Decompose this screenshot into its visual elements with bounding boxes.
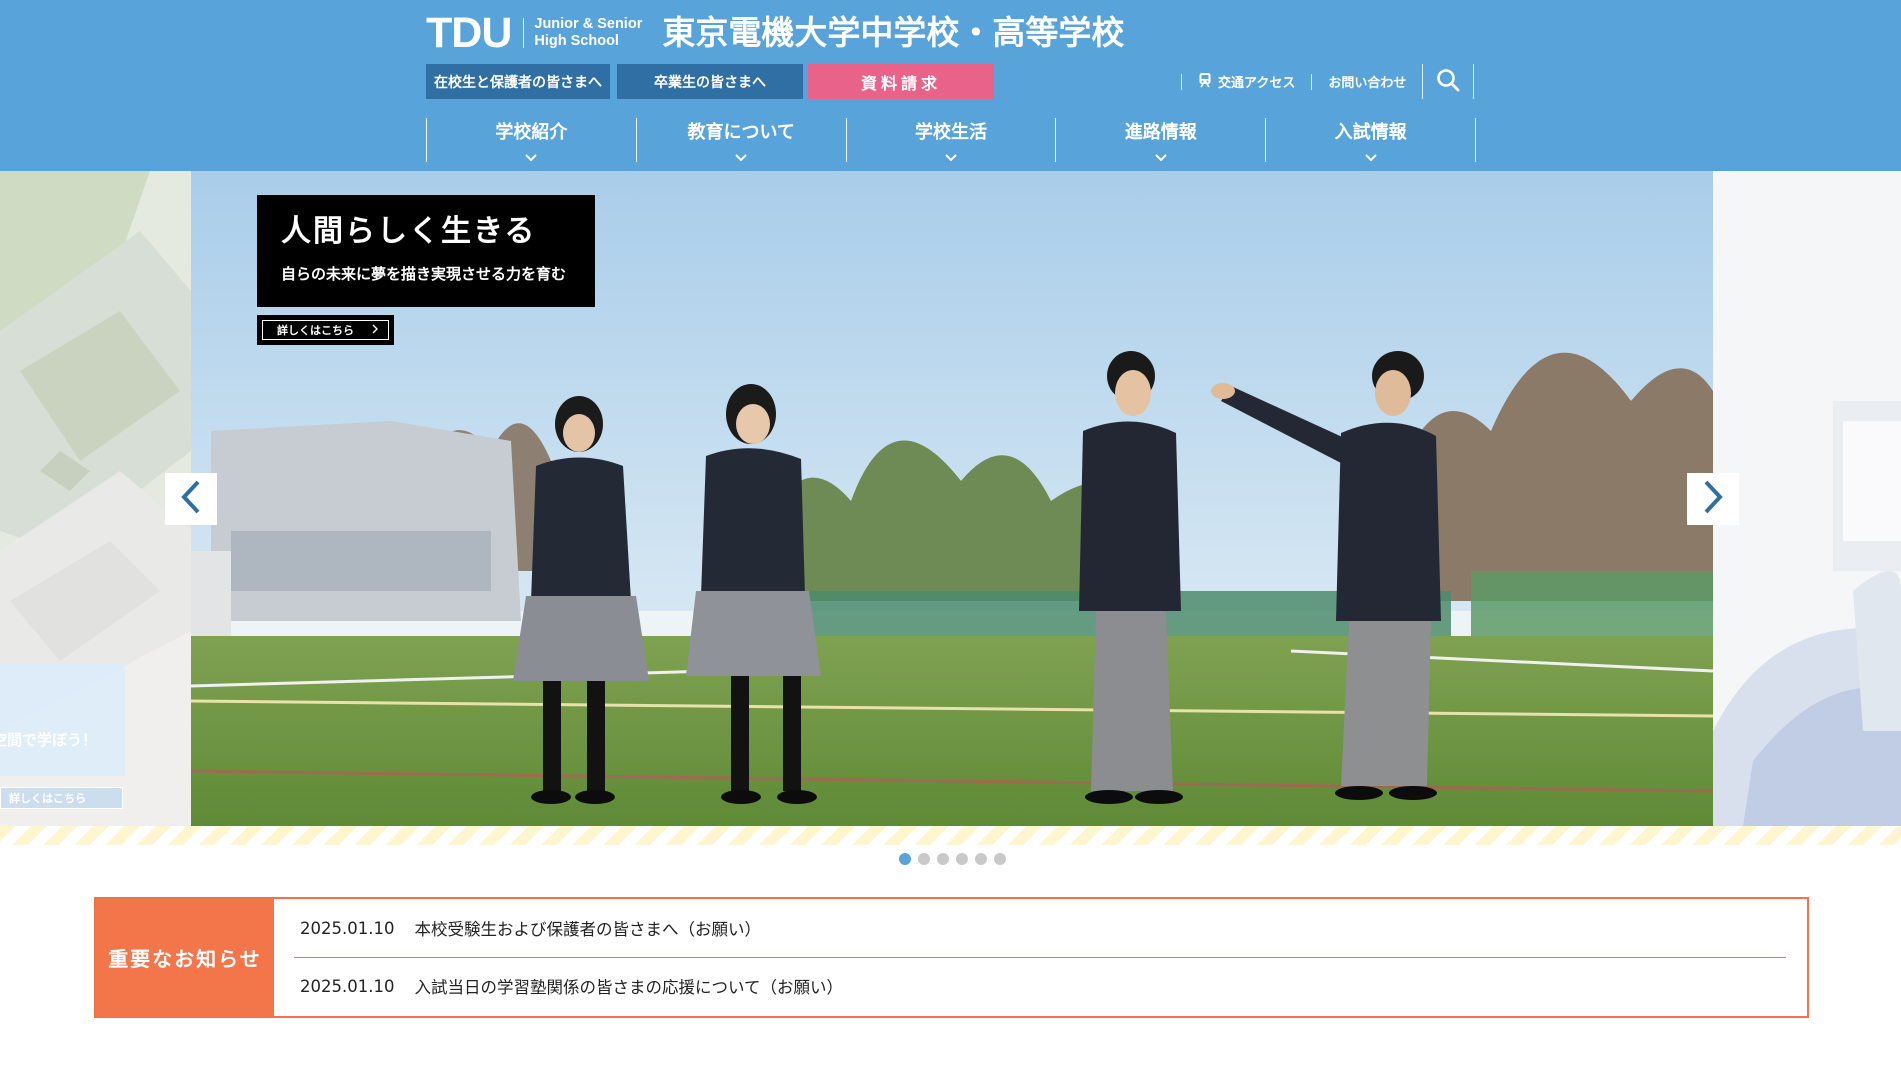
slider-dot[interactable]	[994, 853, 1006, 865]
notice-title: 入試当日の学習塾関係の皆さまの応援について（お願い）	[414, 978, 843, 997]
gnav-item-admissions[interactable]: 入試情報	[1266, 118, 1476, 162]
logo-subtitle: Junior & Senior High School	[534, 16, 642, 50]
gnav-item-about[interactable]: 学校紹介	[427, 118, 637, 162]
gnav-label: 学校紹介	[495, 122, 568, 143]
chevron-left-icon	[181, 480, 201, 518]
slider-dot[interactable]	[937, 853, 949, 865]
notice-title: 本校受験生および保護者の皆さまへ（お願い）	[414, 920, 761, 939]
decorative-stripe	[0, 826, 1901, 845]
notice-list: 2025.01.10 本校受験生および保護者の皆さまへ（お願い） 2025.01…	[294, 899, 1786, 1014]
gnav-label: 入試情報	[1334, 122, 1407, 143]
search-icon	[1436, 68, 1460, 96]
gnav-label: 教育について	[687, 122, 795, 143]
slide-prev-peek[interactable]: 空間で学ぼう！ 詳しくはこちら	[0, 171, 191, 826]
search-button[interactable]	[1422, 64, 1475, 99]
slider-dot[interactable]	[975, 853, 987, 865]
hero-slider: 空間で学ぼう！ 詳しくはこちら 人間らしく生きる 自らの未来に夢を描き実現させる…	[0, 171, 1901, 826]
gnav-label: 進路情報	[1124, 122, 1197, 143]
slide-more-button-frame: 詳しくはこちら	[262, 320, 389, 340]
train-icon	[1198, 72, 1212, 92]
chevron-down-icon	[1364, 147, 1377, 166]
current-students-button[interactable]: 在校生と保護者の皆さまへ	[426, 64, 610, 99]
notice-item[interactable]: 2025.01.10 入試当日の学習塾関係の皆さまの応援について（お願い）	[294, 957, 1786, 1014]
contact-link[interactable]: お問い合わせ	[1312, 72, 1422, 91]
gnav-item-school-life[interactable]: 学校生活	[847, 118, 1057, 162]
utility-nav: 交通アクセス お問い合わせ	[1181, 64, 1475, 99]
notice-item[interactable]: 2025.01.10 本校受験生および保護者の皆さまへ（お願い）	[294, 899, 1786, 957]
slide-prev-more-button[interactable]: 詳しくはこちら	[0, 787, 123, 809]
site-header: TDU Junior & Senior High School 東京電機大学中学…	[0, 0, 1901, 171]
slide-fade-overlay	[1713, 171, 1901, 826]
slider-dot[interactable]	[918, 853, 930, 865]
slide-subtitle: 自らの未来に夢を描き実現させる力を育む	[281, 265, 567, 283]
gnav-item-career[interactable]: 進路情報	[1056, 118, 1267, 162]
slider-dot[interactable]	[956, 853, 968, 865]
slide-caption: 人間らしく生きる 自らの未来に夢を描き実現させる力を育む	[257, 195, 595, 307]
slide-prev-caption: 空間で学ぼう！	[0, 731, 98, 749]
important-notice: 重要なお知らせ 2025.01.10 本校受験生および保護者の皆さまへ（お願い）…	[94, 897, 1809, 1018]
chevron-down-icon	[735, 147, 747, 166]
gnav-item-education[interactable]: 教育について	[637, 118, 847, 162]
slide-next-peek[interactable]	[1713, 171, 1901, 826]
notice-date: 2025.01.10	[300, 976, 395, 996]
alumni-button[interactable]: 卒業生の皆さまへ	[617, 64, 803, 99]
school-name: 東京電機大学中学校・高等学校	[662, 13, 1125, 52]
global-nav: 学校紹介 教育について 学校生活 進路情報 入試情報	[426, 118, 1476, 162]
request-materials-button[interactable]: 資料請求	[808, 64, 994, 99]
slider-next-button[interactable]	[1687, 473, 1739, 525]
slider-pagination	[899, 853, 1006, 865]
chevron-right-icon	[372, 324, 378, 337]
contact-link-label: お問い合わせ	[1328, 76, 1407, 91]
slide-prev-caption-card	[0, 664, 125, 776]
chevron-down-icon	[525, 147, 538, 166]
logo-subtitle-line1: Junior & Senior	[534, 16, 643, 32]
slider-dot[interactable]	[899, 853, 911, 865]
site-logo[interactable]: TDU Junior & Senior High School 東京電機大学中学…	[426, 9, 1125, 57]
slider-prev-button[interactable]	[165, 473, 217, 525]
logo-divider	[523, 18, 525, 48]
slide-more-button[interactable]: 詳しくはこちら	[257, 315, 394, 345]
notice-date: 2025.01.10	[300, 918, 395, 938]
access-link-label: 交通アクセス	[1218, 76, 1296, 91]
access-link[interactable]: 交通アクセス	[1182, 72, 1311, 92]
gnav-label: 学校生活	[914, 122, 987, 143]
chevron-down-icon	[1155, 147, 1167, 166]
logo-subtitle-line2: High School	[534, 33, 619, 49]
slide-more-label: 詳しくはこちら	[277, 324, 354, 337]
logo-mark: TDU	[426, 9, 512, 57]
slide-prev-more-label: 詳しくはこちら	[9, 792, 86, 805]
chevron-down-icon	[945, 147, 957, 166]
chevron-right-icon	[1703, 480, 1723, 518]
notice-heading: 重要なお知らせ	[96, 899, 274, 1016]
slide-title: 人間らしく生きる	[281, 214, 537, 249]
